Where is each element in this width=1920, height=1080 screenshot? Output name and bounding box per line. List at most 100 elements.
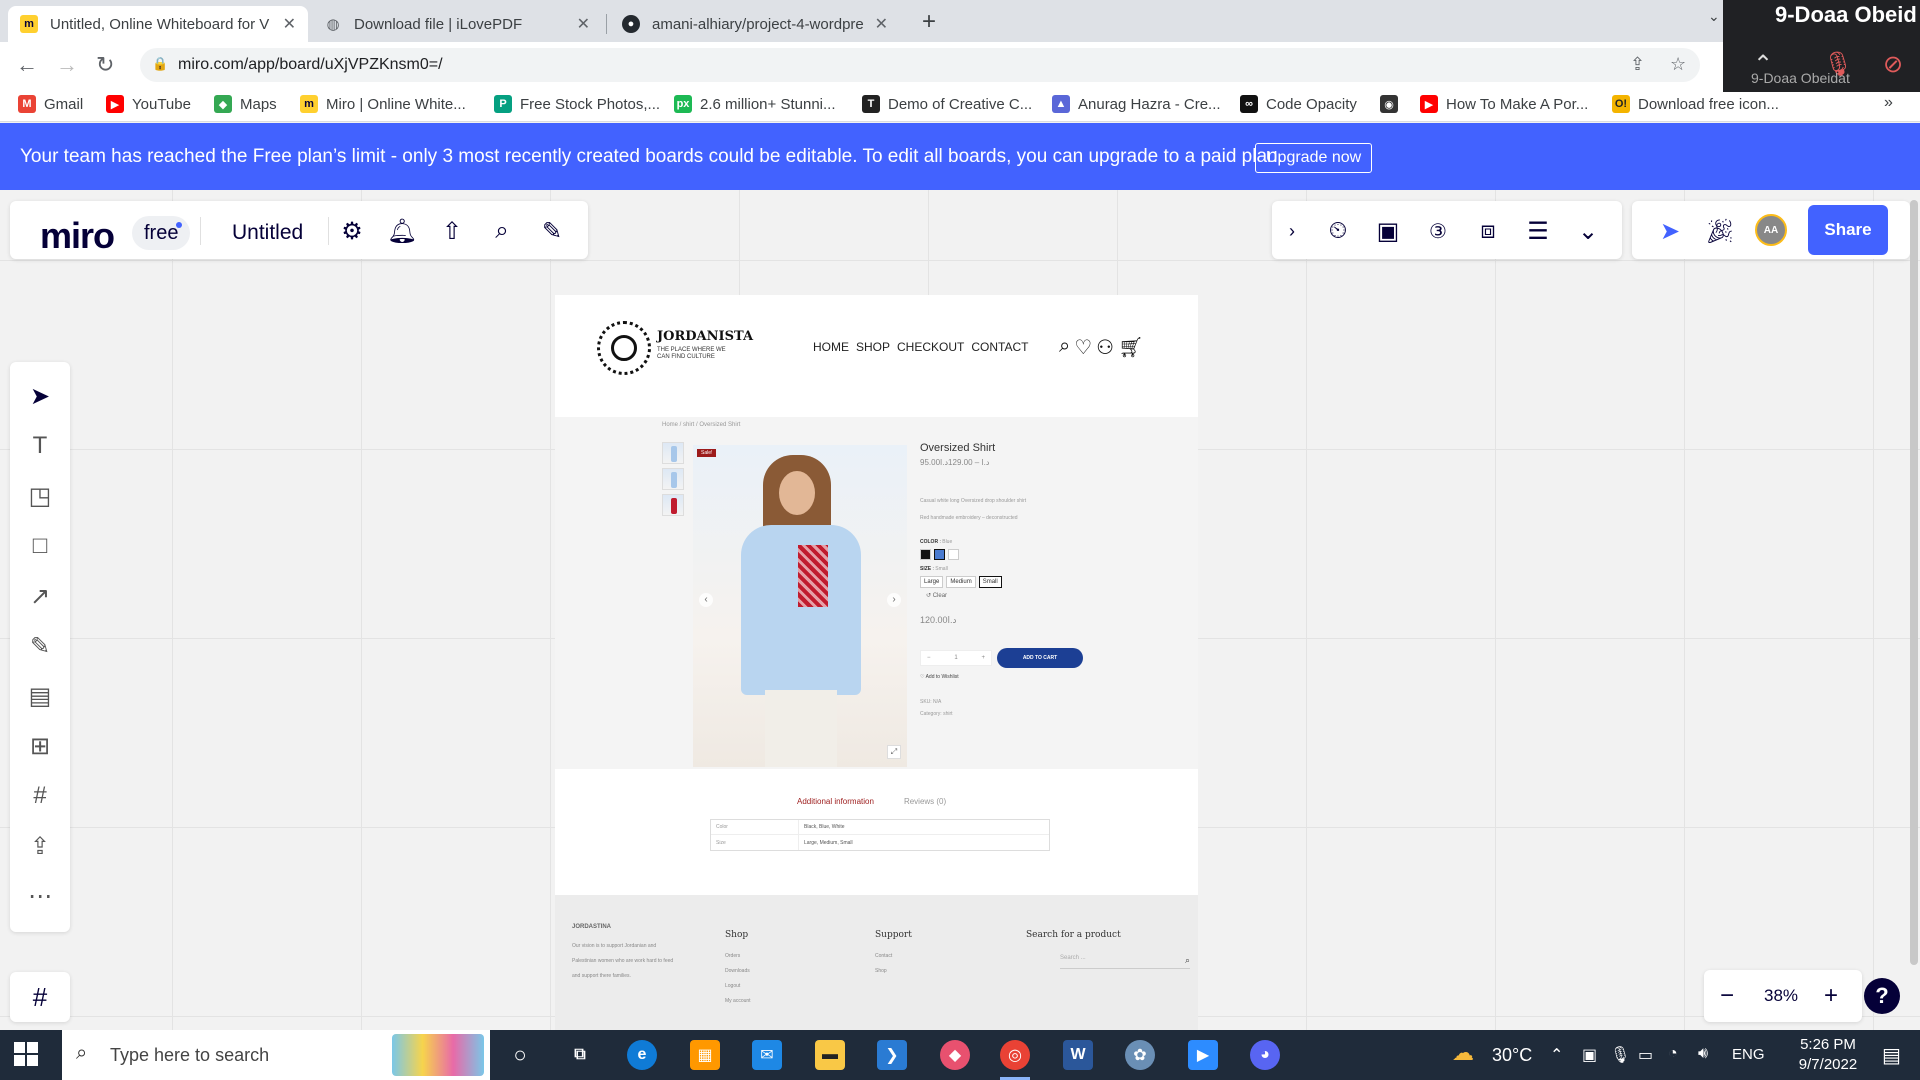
website-mockup[interactable]: JORDANISTA THE PLACE WHERE WE CAN FIND C… <box>555 295 1198 1030</box>
volume-icon[interactable]: 🔊︎ <box>1698 1045 1708 1063</box>
bookmark-gmail[interactable]: M Gmail <box>18 95 83 113</box>
paint-icon[interactable]: ✿ <box>1125 1040 1155 1070</box>
bookmark-globe[interactable]: ◉ <box>1380 95 1406 113</box>
bell-icon[interactable]: 🔔︎ <box>386 215 418 247</box>
wifi-icon[interactable]: ◔ <box>1668 1045 1678 1063</box>
templates-icon[interactable]: ⊞ <box>24 730 56 762</box>
code-opacity-icon: ∞ <box>1240 95 1258 113</box>
size-small: Small <box>978 576 1002 588</box>
back-icon[interactable]: ← <box>16 52 38 78</box>
forward-icon[interactable]: → <box>56 52 78 78</box>
figma-drop-icon[interactable]: ◆ <box>940 1040 970 1070</box>
edge-icon[interactable]: e <box>627 1040 657 1070</box>
camera-off-icon[interactable]: ⊘ <box>1883 50 1903 79</box>
discord-icon[interactable]: ◕ <box>1250 1040 1280 1070</box>
voting-icon[interactable]: ③ <box>1422 215 1454 247</box>
more-bookmarks-icon[interactable]: » <box>1884 94 1893 112</box>
bookmark-creative[interactable]: T Demo of Creative C... <box>862 95 1032 113</box>
vscode-icon[interactable]: ❯ <box>877 1040 907 1070</box>
upgrade-button[interactable]: Upgrade now <box>1255 143 1373 173</box>
new-tab-button[interactable]: + <box>922 8 936 36</box>
bookmark-miro[interactable]: m Miro | Online White... <box>300 95 466 113</box>
tab-ilovepdf[interactable]: ◍ Download file | iLovePDF ✕ <box>312 6 602 42</box>
more-tools-icon[interactable]: ⋯ <box>24 880 56 912</box>
zoom-out-icon[interactable]: − <box>1720 982 1734 1010</box>
task-view-icon[interactable]: ⧉ <box>565 1040 595 1070</box>
chrome-icon[interactable]: ◎ <box>1000 1040 1030 1070</box>
comment-icon[interactable]: ▤ <box>24 680 56 712</box>
notes-icon[interactable]: ☰ <box>1522 215 1554 247</box>
text-icon[interactable]: T <box>24 430 56 462</box>
bookmark-maps[interactable]: ◆ Maps <box>214 95 277 113</box>
share-button[interactable]: Share <box>1808 205 1888 255</box>
meet-tray-icon[interactable]: ▣ <box>1582 1045 1597 1065</box>
bookmark-pexels[interactable]: P Free Stock Photos,... <box>494 95 660 113</box>
vertical-scrollbar[interactable] <box>1910 200 1918 965</box>
language-indicator[interactable]: ENG <box>1732 1046 1765 1063</box>
sticky-note-icon[interactable]: ◳ <box>24 480 56 512</box>
timer-icon[interactable]: ⏲ <box>1322 215 1354 247</box>
plan-badge[interactable]: free <box>132 216 191 250</box>
search-icon[interactable]: ⌕ <box>486 215 518 247</box>
zoom-in-icon[interactable]: + <box>1824 982 1838 1010</box>
close-icon[interactable]: ✕ <box>577 14 590 34</box>
size-large: Large <box>920 576 944 588</box>
pen-icon[interactable]: ✎ <box>24 630 56 662</box>
help-icon[interactable]: ? <box>1864 978 1900 1014</box>
frame-icon[interactable]: # <box>24 780 56 812</box>
tab-github[interactable]: ● amani-alhiary/project-4-wordpre ✕ <box>610 6 900 42</box>
sale-badge: Sale! <box>697 449 717 457</box>
bookmark-portfolio[interactable]: ▶ How To Make A Por... <box>1420 95 1588 113</box>
avatar[interactable]: AA <box>1755 214 1787 246</box>
cursor-filter-icon[interactable]: ➤ <box>1654 215 1686 247</box>
file-explorer-icon[interactable]: ▬ <box>815 1040 845 1070</box>
close-icon[interactable]: ✕ <box>875 14 888 34</box>
upload-icon[interactable]: ⇪ <box>24 830 56 862</box>
word-icon[interactable]: W <box>1063 1040 1093 1070</box>
arrow-line-icon[interactable]: ↗ <box>24 580 56 612</box>
apps-icon[interactable]: ✎ <box>536 215 568 247</box>
taskbar-search[interactable]: ⌕ Type here to search <box>62 1030 490 1080</box>
tab-miro[interactable]: m Untitled, Online Whiteboard for V ✕ <box>8 6 308 42</box>
share-page-icon[interactable]: ⇪ <box>1630 54 1645 75</box>
address-bar[interactable]: 🔒 miro.com/app/board/uXjVPZKnsm0=/ ⇪ ☆ <box>140 48 1700 82</box>
select-cursor-icon[interactable]: ➤ <box>24 380 56 412</box>
bookmark-anurag[interactable]: ▲ Anurag Hazra - Cre... <box>1052 95 1221 113</box>
reload-icon[interactable]: ↻ <box>96 52 114 78</box>
zoom-app-icon[interactable]: ▶ <box>1188 1040 1218 1070</box>
lock-icon[interactable]: 🔒 <box>152 56 168 72</box>
miro-logo[interactable]: miro <box>40 215 115 257</box>
youtube-icon: ▶ <box>106 95 124 113</box>
close-icon[interactable]: ✕ <box>283 14 296 34</box>
card-icon[interactable]: ▣ <box>1372 215 1404 247</box>
bookmark-youtube[interactable]: ▶ YouTube <box>106 95 191 113</box>
weather-temp[interactable]: 30°C <box>1492 1045 1532 1066</box>
settings-gear-icon[interactable]: ⚙ <box>336 215 368 247</box>
store-icon[interactable]: ▦ <box>690 1040 720 1070</box>
bookmark-icons[interactable]: O! Download free icon... <box>1612 95 1779 113</box>
bookmark-pixabay[interactable]: px 2.6 million+ Stunni... <box>674 95 836 113</box>
participant-label: 9-Doaa Obeidat <box>1751 70 1850 86</box>
tab-search-chevron-icon[interactable]: ⌄ <box>1708 8 1720 25</box>
notifications-icon[interactable]: ▤ <box>1882 1043 1901 1068</box>
bookmark-star-icon[interactable]: ☆ <box>1670 54 1686 75</box>
weather-icon[interactable]: ☁ <box>1452 1040 1474 1066</box>
tray-chevron-icon[interactable]: ⌃ <box>1550 1045 1563 1065</box>
battery-icon[interactable]: ▭ <box>1638 1045 1653 1065</box>
expand-chevron-icon[interactable]: › <box>1276 215 1308 247</box>
zoom-level[interactable]: 38% <box>1764 986 1798 1006</box>
board-title[interactable]: Untitled <box>232 221 303 245</box>
clock[interactable]: 5:26 PM 9/7/2022 <box>1788 1035 1868 1075</box>
frames-panel-button[interactable]: # <box>10 972 70 1022</box>
mic-icon[interactable]: 🎙︎ <box>1610 1045 1630 1065</box>
presentation-icon[interactable]: ⧈ <box>1472 215 1504 247</box>
export-icon[interactable]: ⇧ <box>436 215 468 247</box>
cortana-icon[interactable]: ○ <box>505 1040 535 1070</box>
mail-icon[interactable]: ✉ <box>752 1040 782 1070</box>
reactions-icon[interactable]: 🎉︎ <box>1704 215 1736 247</box>
shape-icon[interactable]: □ <box>24 530 56 562</box>
bookmark-code-opacity[interactable]: ∞ Code Opacity <box>1240 95 1357 113</box>
url-text[interactable]: miro.com/app/board/uXjVPZKnsm0=/ <box>178 56 443 74</box>
more-chevrons-icon[interactable]: ⌄ <box>1572 215 1604 247</box>
windows-start-icon[interactable] <box>14 1042 38 1066</box>
